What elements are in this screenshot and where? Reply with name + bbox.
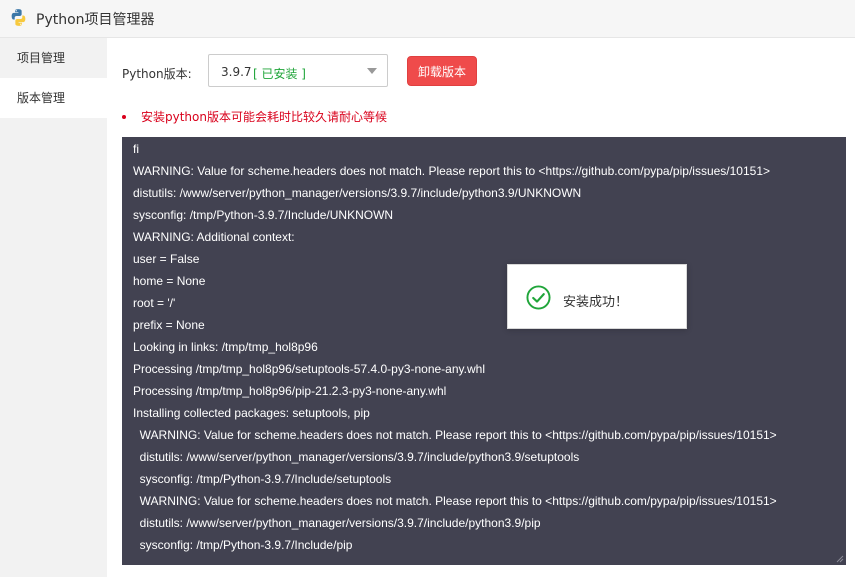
log-line: sysconfig: /tmp/Python-3.9.7/Include/set… [133, 472, 392, 486]
sidebar-item-label: 项目管理 [17, 51, 66, 65]
log-line: sysconfig: /tmp/Python-3.9.7/Include/pip [133, 538, 353, 552]
chevron-down-icon [367, 68, 377, 74]
log-line: Looking in links: /tmp/tmp_hol8p96 [133, 340, 318, 354]
success-toast: 安装成功！ [507, 264, 687, 329]
log-line: fi [133, 142, 139, 156]
log-line: Processing /tmp/tmp_hol8p96/pip-21.2.3-p… [133, 384, 447, 398]
log-line: Processing /tmp/tmp_hol8p96/setuptools-5… [133, 362, 485, 376]
toast-message: 安装成功！ [563, 295, 629, 310]
title-bar: Python项目管理器 [0, 0, 855, 38]
installed-status: [ 已安装 ] [253, 67, 306, 81]
check-circle-icon [526, 285, 551, 310]
python-version-label: Python版本: [122, 67, 192, 81]
selected-version: 3.9.7 [221, 65, 252, 79]
log-line: user = False [133, 252, 200, 266]
sidebar-item-project-management[interactable]: 项目管理 [0, 38, 107, 78]
sidebar: 项目管理 版本管理 [0, 38, 107, 577]
log-line: distutils: /www/server/python_manager/ve… [133, 516, 541, 530]
notice-text: 安装python版本可能会耗时比较久请耐心等候 [141, 110, 387, 124]
resize-grip-icon[interactable] [836, 555, 844, 563]
sidebar-item-version-management[interactable]: 版本管理 [0, 78, 107, 118]
log-line: Installing collected packages: setuptool… [133, 406, 370, 420]
install-notice: 安装python版本可能会耗时比较久请耐心等候 [120, 108, 387, 125]
python-logo-icon [11, 9, 26, 26]
log-line: distutils: /www/server/python_manager/ve… [133, 450, 580, 464]
install-log-console[interactable]: fi WARNING: Value for scheme.headers does… [122, 137, 846, 565]
log-line: root = '/' [133, 296, 176, 310]
log-line: WARNING: Value for scheme.headers does n… [133, 428, 777, 442]
log-line: WARNING: Value for scheme.headers does n… [133, 164, 771, 178]
python-version-select[interactable]: 3.9.7 [ 已安装 ] [208, 54, 388, 87]
app-title: Python项目管理器 [36, 12, 155, 28]
log-line: distutils: /www/server/python_manager/ve… [133, 186, 582, 200]
uninstall-version-button[interactable]: 卸载版本 [407, 56, 477, 86]
log-line: home = None [133, 274, 206, 288]
log-line: sysconfig: /tmp/Python-3.9.7/Include/UNK… [133, 208, 394, 222]
log-line: WARNING: Value for scheme.headers does n… [133, 494, 777, 508]
sidebar-item-label: 版本管理 [17, 91, 66, 105]
log-line: prefix = None [133, 318, 205, 332]
bullet-icon [122, 114, 126, 119]
log-line: WARNING: Additional context: [133, 230, 295, 244]
